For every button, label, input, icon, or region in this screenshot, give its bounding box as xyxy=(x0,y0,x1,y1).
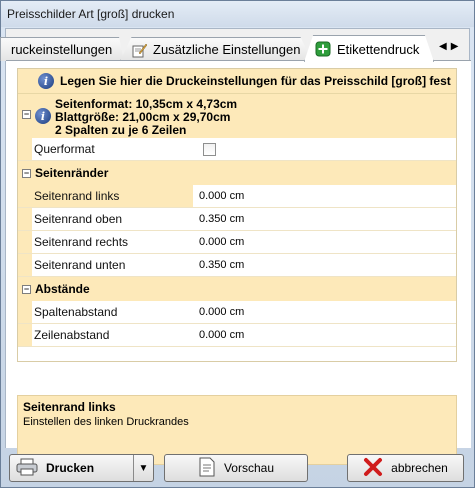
tab-additional-settings[interactable]: Zusätzliche Einstellungen xyxy=(120,37,312,61)
tab-scroll-right-icon[interactable]: ▶ xyxy=(451,41,459,52)
preview-document-icon xyxy=(198,457,216,480)
margin-top-input[interactable]: 0.350 cm xyxy=(193,213,456,225)
window-title: Preisschilder Art [groß] drucken xyxy=(7,7,175,21)
info-icon: i xyxy=(35,108,51,124)
tab-label: Zusätzliche Einstellungen xyxy=(153,42,301,57)
cancel-button-label: abbrechen xyxy=(391,461,448,475)
info-row: i Legen Sie hier die Druckeinstellungen … xyxy=(18,69,456,94)
property-label: Spaltenabstand xyxy=(18,301,193,323)
section-title: Abstände xyxy=(35,282,90,296)
section-title: Seitenränder xyxy=(35,166,109,180)
section-spacing[interactable]: − Abstände xyxy=(18,277,456,301)
tab-label: Etikettendruck xyxy=(337,41,420,57)
landscape-row: Querformat xyxy=(18,138,456,161)
collapse-minus-icon[interactable]: − xyxy=(22,168,31,178)
print-dialog-window: Preisschilder Art [groß] drucken ruckein… xyxy=(0,0,475,488)
margin-right-row[interactable]: Seitenrand rechts 0.000 cm xyxy=(18,231,456,254)
column-spacing-row[interactable]: Spaltenabstand 0.000 cm xyxy=(18,301,456,324)
tab-strip: ruckeinstellungen Zusätzliche Einstellun… xyxy=(0,33,471,62)
format-summary: Seitenformat: 10,35cm x 4,73cm Blattgröß… xyxy=(55,98,237,137)
printer-icon xyxy=(16,458,38,479)
format-summary-row: − i Seitenformat: 10,35cm x 4,73cm Blatt… xyxy=(18,94,456,138)
columns-rows-text: 2 Spalten zu je 6 Zeilen xyxy=(55,123,187,137)
margin-top-row[interactable]: Seitenrand oben 0.350 cm xyxy=(18,208,456,231)
description-title: Seitenrand links xyxy=(23,400,116,414)
print-button[interactable]: Drucken ▼ xyxy=(9,454,154,482)
property-label: Seitenrand links xyxy=(18,185,193,207)
property-label: Seitenrand rechts xyxy=(18,231,193,253)
tab-label-printing[interactable]: Etikettendruck xyxy=(304,35,434,62)
tab-scroll-left-icon[interactable]: ◀ xyxy=(439,41,447,52)
column-spacing-input[interactable]: 0.000 cm xyxy=(193,306,456,318)
print-dropdown-toggle[interactable]: ▼ xyxy=(133,455,153,481)
property-label: Seitenrand unten xyxy=(18,254,193,276)
property-grid: i Legen Sie hier die Druckeinstellungen … xyxy=(17,68,457,362)
cancel-button[interactable]: abbrechen xyxy=(347,454,464,482)
info-text: Legen Sie hier die Druckeinstellungen fü… xyxy=(60,74,451,88)
property-label: Zeilenabstand xyxy=(18,324,193,346)
pen-paper-icon xyxy=(131,42,147,58)
description-text: Einstellen des linken Druckrandes xyxy=(23,416,189,428)
property-label: Seitenrand oben xyxy=(18,208,193,230)
collapse-minus-icon[interactable]: − xyxy=(22,110,31,119)
preview-button-label: Vorschau xyxy=(223,461,275,475)
info-icon: i xyxy=(38,73,54,89)
row-spacing-input[interactable]: 0.000 cm xyxy=(193,329,456,341)
print-button-label: Drucken xyxy=(46,461,95,475)
margin-bottom-input[interactable]: 0.350 cm xyxy=(193,259,456,271)
landscape-value xyxy=(193,142,456,156)
landscape-label: Querformat xyxy=(18,138,193,160)
tab-page-label-printing: i Legen Sie hier die Druckeinstellungen … xyxy=(6,60,471,465)
tab-label: ruckeinstellungen xyxy=(11,42,113,57)
chevron-down-icon: ▼ xyxy=(138,462,149,474)
preview-button[interactable]: Vorschau xyxy=(164,454,308,482)
row-spacing-row[interactable]: Zeilenabstand 0.000 cm xyxy=(18,324,456,347)
green-plus-icon xyxy=(315,41,331,57)
tab-scroll-arrows: ◀ ▶ xyxy=(439,41,458,52)
tab-print-settings[interactable]: ruckeinstellungen xyxy=(0,37,124,61)
red-x-icon xyxy=(363,457,383,480)
margin-right-input[interactable]: 0.000 cm xyxy=(193,236,456,248)
margin-left-input[interactable]: 0.000 cm xyxy=(193,190,456,202)
margin-bottom-row[interactable]: Seitenrand unten 0.350 cm xyxy=(18,254,456,277)
button-bar: Drucken ▼ Vorschau abbrechen xyxy=(1,451,475,487)
landscape-checkbox[interactable] xyxy=(203,142,216,156)
section-margins[interactable]: − Seitenränder xyxy=(18,161,456,185)
collapse-minus-icon[interactable]: − xyxy=(22,284,31,294)
title-bar: Preisschilder Art [groß] drucken xyxy=(1,1,474,27)
margin-left-row[interactable]: Seitenrand links 0.000 cm xyxy=(18,185,456,208)
dialog-client-area: ruckeinstellungen Zusätzliche Einstellun… xyxy=(0,28,471,465)
